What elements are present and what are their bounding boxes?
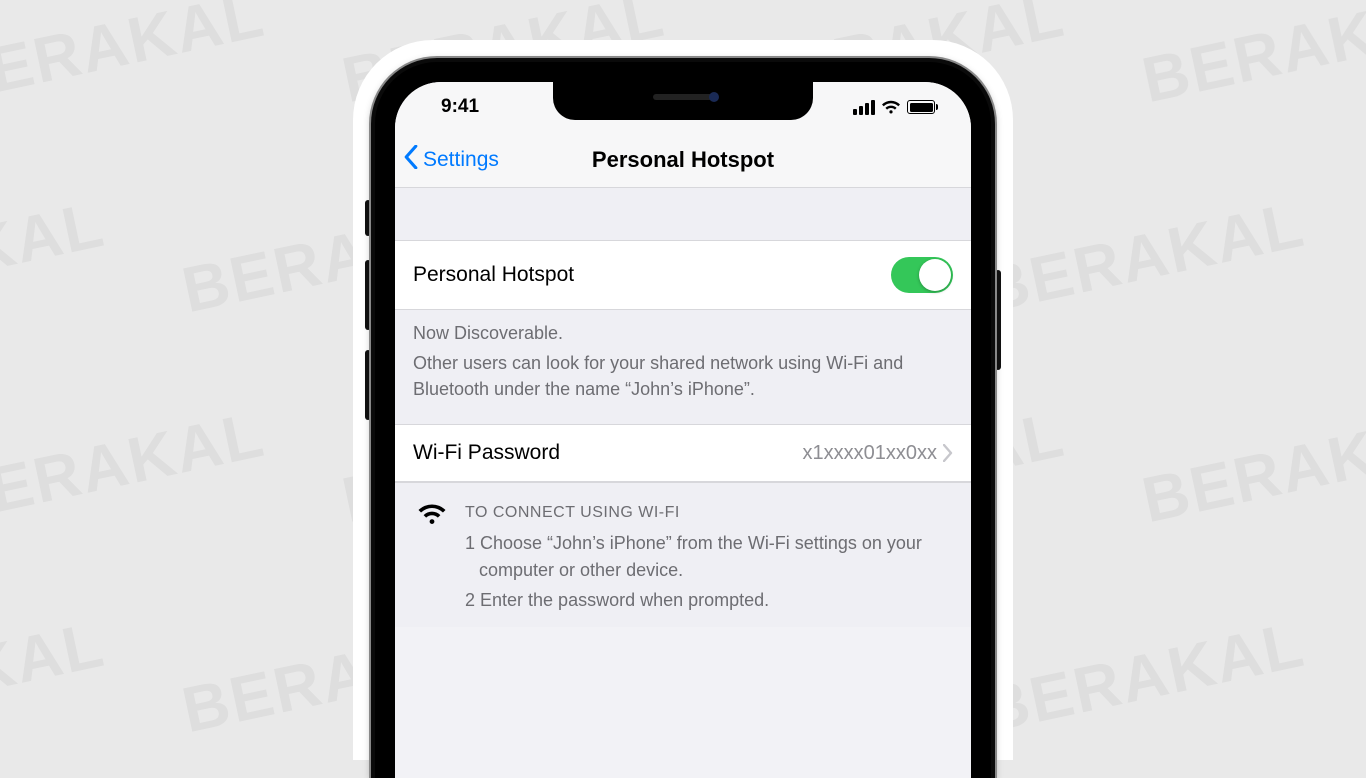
connect-step-2: 2 Enter the password when prompted. bbox=[465, 587, 953, 613]
chevron-right-icon bbox=[943, 444, 953, 462]
chevron-left-icon bbox=[403, 145, 419, 175]
personal-hotspot-row: Personal Hotspot bbox=[395, 240, 971, 310]
connect-wifi-instructions: TO CONNECT USING WI-FI 1 Choose “John’s … bbox=[395, 482, 971, 626]
discoverable-heading: Now Discoverable. bbox=[413, 320, 953, 346]
status-time: 9:41 bbox=[441, 96, 479, 118]
personal-hotspot-label: Personal Hotspot bbox=[413, 263, 574, 287]
wifi-icon bbox=[881, 100, 901, 115]
discoverable-footer: Now Discoverable. Other users can look f… bbox=[395, 310, 971, 424]
back-button[interactable]: Settings bbox=[395, 145, 499, 175]
wifi-password-label: Wi-Fi Password bbox=[413, 441, 560, 465]
discoverable-body: Other users can look for your shared net… bbox=[413, 350, 953, 402]
wifi-password-value: x1xxxx01xx0xx bbox=[803, 442, 938, 465]
connect-wifi-header: TO CONNECT USING WI-FI bbox=[465, 501, 953, 524]
connect-step-1: 1 Choose “John’s iPhone” from the Wi-Fi … bbox=[465, 530, 953, 582]
back-label: Settings bbox=[423, 148, 499, 172]
battery-icon bbox=[907, 100, 935, 114]
wifi-icon bbox=[417, 501, 447, 616]
wifi-password-row[interactable]: Wi-Fi Password x1xxxx01xx0xx bbox=[395, 424, 971, 482]
nav-header: Settings Personal Hotspot bbox=[395, 132, 971, 188]
personal-hotspot-toggle[interactable] bbox=[891, 257, 953, 293]
device-notch bbox=[553, 82, 813, 120]
cellular-signal-icon bbox=[853, 100, 875, 115]
